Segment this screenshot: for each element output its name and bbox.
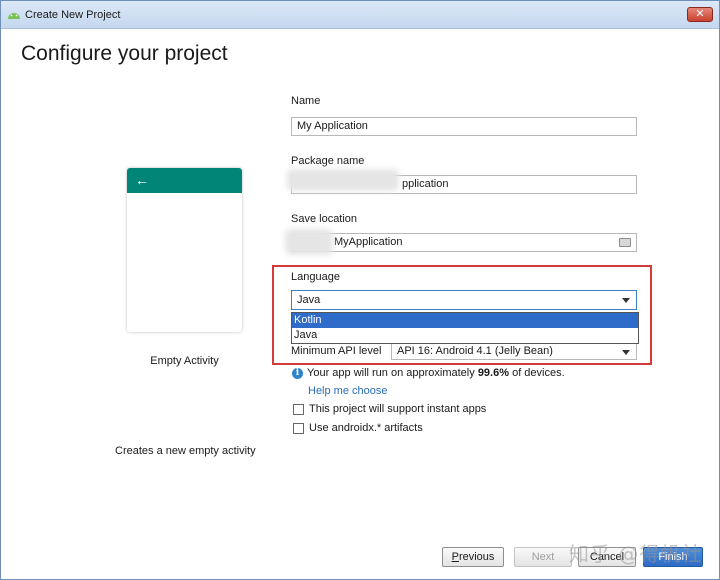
min-api-label: Minimum API level [291,345,382,357]
previous-button[interactable]: Previous [442,547,504,567]
language-selected-value: Java [297,294,321,306]
language-select[interactable]: Java [291,290,637,310]
preview-app-bar: ← [127,168,242,193]
package-name-label: Package name [291,155,365,167]
folder-icon[interactable] [619,238,631,247]
activity-description: Creates a new empty activity [115,445,256,457]
coverage-percent: 99.6% [477,367,510,379]
previous-mnemonic: P [451,551,459,563]
save-location-input[interactable]: MyApplication [291,233,637,252]
androidx-checkbox[interactable] [293,423,304,434]
package-name-value: pplication [402,178,449,190]
language-dropdown-list: Kotlin Java [291,312,639,344]
chevron-down-icon [622,350,630,355]
info-icon: i [292,368,303,379]
window-title: Create New Project [25,9,121,21]
coverage-prefix: Your app will run on approximately [307,367,478,379]
min-api-value: API 16: Android 4.1 (Jelly Bean) [397,345,553,357]
save-location-label: Save location [291,213,358,225]
android-studio-icon [8,13,20,19]
redacted-region [285,229,333,255]
coverage-suffix: of devices. [509,367,565,379]
name-input[interactable]: My Application [291,117,637,136]
language-option-kotlin[interactable]: Kotlin [292,313,638,328]
save-location-value: MyApplication [334,236,403,248]
name-label: Name [291,95,321,107]
androidx-label[interactable]: Use androidx.* artifacts [309,422,423,434]
chevron-down-icon [622,298,630,303]
language-label: Language [291,271,340,283]
help-me-choose-link[interactable]: Help me choose [308,385,388,397]
previous-label-rest: revious [458,551,495,563]
create-project-window: Create New Project ✕ Configure your proj… [0,0,720,580]
name-input-value: My Application [297,120,368,132]
instant-apps-label[interactable]: This project will support instant apps [309,403,486,415]
watermark-text: 知乎 @得帆社 [569,542,703,566]
activity-preview-card: ← [127,168,242,332]
title-bar: Create New Project ✕ [1,1,719,29]
close-window-button[interactable]: ✕ [687,7,713,22]
device-coverage-text: Your app will run on approximately 99.6%… [307,367,565,379]
min-api-select[interactable]: API 16: Android 4.1 (Jelly Bean) [391,343,637,360]
back-arrow-icon: ← [135,172,149,188]
instant-apps-checkbox[interactable] [293,404,304,415]
next-button[interactable]: Next [514,547,572,567]
language-option-java[interactable]: Java [292,328,638,343]
redacted-region [287,169,399,191]
page-title: Configure your project [21,42,228,65]
activity-name: Empty Activity [150,355,219,367]
